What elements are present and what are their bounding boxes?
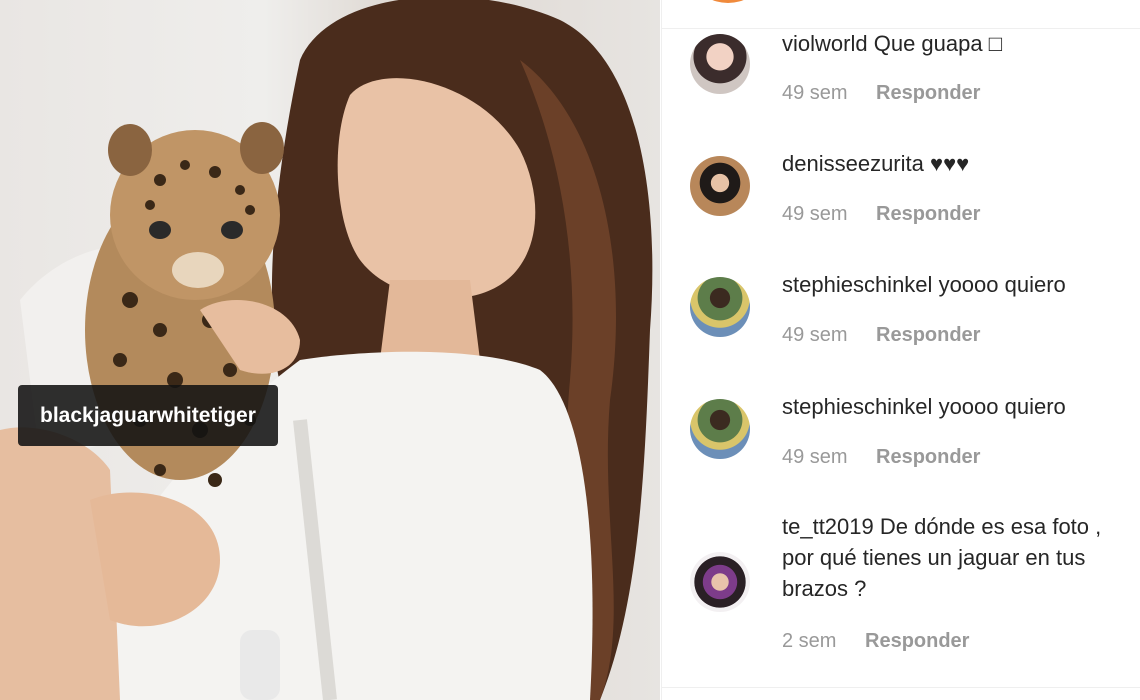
reply-button[interactable]: Responder [876, 446, 980, 469]
reply-button[interactable]: Responder [876, 324, 980, 347]
comment-time[interactable]: 49 sem [782, 203, 876, 226]
comments-panel[interactable]: violworld Que guapa □ 49 sem Responder d… [661, 0, 1140, 700]
avatar[interactable] [690, 156, 750, 216]
avatar[interactable] [690, 34, 750, 94]
avatar[interactable] [690, 552, 750, 612]
post-photo[interactable]: blackjaguarwhitetiger [0, 0, 660, 700]
reply-button[interactable]: Responder [876, 203, 980, 226]
comment-text: yoooo quiero [938, 394, 1066, 419]
post-author-avatar[interactable] [699, 0, 757, 3]
divider [662, 687, 1140, 688]
comment-username[interactable]: stephieschinkel [782, 394, 932, 419]
photo-illustration [0, 0, 653, 700]
reply-button[interactable]: Responder [876, 82, 980, 105]
comment-username[interactable]: violworld [782, 31, 868, 56]
comment-time[interactable]: 49 sem [782, 446, 876, 469]
comment-username[interactable]: te_tt2019 [782, 514, 874, 539]
avatar[interactable] [690, 399, 750, 459]
comment-text: Que guapa □ [873, 31, 1002, 56]
comment-text: ♥♥♥ [930, 151, 970, 176]
user-tag-label[interactable]: blackjaguarwhitetiger [18, 385, 278, 446]
comment-time[interactable]: 2 sem [782, 630, 865, 653]
comment-text: yoooo quiero [938, 272, 1066, 297]
avatar[interactable] [690, 277, 750, 337]
comment-time[interactable]: 49 sem [782, 324, 876, 347]
comment-username[interactable]: stephieschinkel [782, 272, 932, 297]
comment-time[interactable]: 49 sem [782, 82, 876, 105]
comment-username[interactable]: denisseezurita [782, 151, 924, 176]
reply-button[interactable]: Responder [865, 630, 969, 653]
